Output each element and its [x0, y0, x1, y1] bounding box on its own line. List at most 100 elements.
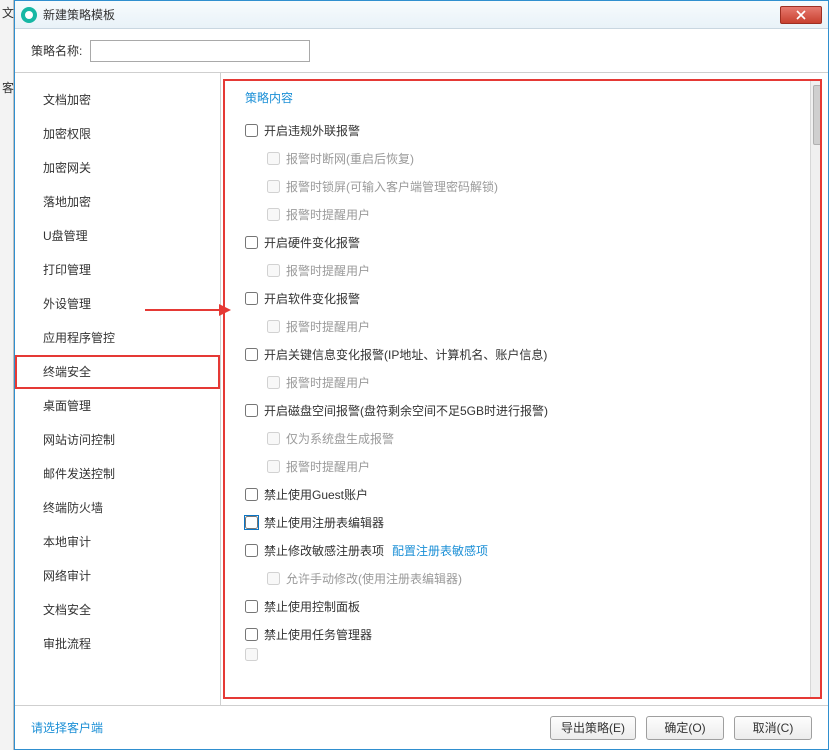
option-checkbox-2	[267, 180, 280, 193]
option-label-2: 报警时锁屏	[286, 178, 346, 195]
option-label-15: 禁止修改敏感注册表项	[264, 542, 384, 559]
option-checkbox-11	[267, 432, 280, 445]
option-checkbox-8[interactable]	[245, 348, 258, 361]
sidebar-item-2[interactable]: 加密网关	[15, 151, 220, 185]
ok-button[interactable]: 确定(O)	[646, 716, 724, 740]
sidebar-item-9[interactable]: 桌面管理	[15, 389, 220, 423]
sidebar-item-13[interactable]: 本地审计	[15, 525, 220, 559]
option-sub-2: (可输入客户端管理密码解锁)	[346, 178, 498, 195]
option-label-16: 允许手动修改	[286, 570, 358, 587]
edge-tab-1: 客	[0, 75, 13, 100]
option-label-9: 报警时提醒用户	[286, 374, 370, 391]
option-label-11: 仅为系统盘生成报警	[286, 430, 394, 447]
sidebar: 文档加密加密权限加密网关落地加密U盘管理打印管理外设管理应用程序管控终端安全桌面…	[15, 73, 221, 705]
option-checkbox-17[interactable]	[245, 600, 258, 613]
option-row-11: 仅为系统盘生成报警	[245, 424, 806, 452]
sidebar-item-8[interactable]: 终端安全	[15, 355, 220, 389]
option-row-1: 报警时断网(重启后恢复)	[245, 144, 806, 172]
dialog-window: 新建策略模板 策略名称: 文档加密加密权限加密网关落地加密U盘管理打印管理外设管…	[14, 0, 829, 750]
option-row-4: 开启硬件变化报警	[245, 228, 806, 256]
option-row-13: 禁止使用Guest账户	[245, 480, 806, 508]
cutoff-checkbox	[245, 648, 258, 661]
option-checkbox-5	[267, 264, 280, 277]
sidebar-item-0[interactable]: 文档加密	[15, 83, 220, 117]
option-row-3: 报警时提醒用户	[245, 200, 806, 228]
sidebar-item-16[interactable]: 审批流程	[15, 627, 220, 661]
option-row-12: 报警时提醒用户	[245, 452, 806, 480]
sidebar-item-14[interactable]: 网络审计	[15, 559, 220, 593]
edge-tab-0: 文	[0, 0, 13, 25]
titlebar: 新建策略模板	[15, 1, 828, 29]
option-label-6: 开启软件变化报警	[264, 290, 360, 307]
option-label-3: 报警时提醒用户	[286, 206, 370, 223]
footer-hint-link[interactable]: 请选择客户端	[31, 719, 103, 736]
close-icon	[795, 10, 807, 20]
option-sub-1: (重启后恢复)	[346, 150, 414, 167]
footer: 请选择客户端 导出策略(E) 确定(O) 取消(C)	[15, 705, 828, 749]
strategy-name-input[interactable]	[90, 40, 310, 62]
option-checkbox-15[interactable]	[245, 544, 258, 557]
app-icon	[21, 7, 37, 23]
section-title: 策略内容	[245, 89, 806, 106]
option-label-10: 开启磁盘空间报警(盘符剩余空间不足5GB时进行报警)	[264, 402, 548, 419]
option-label-17: 禁止使用控制面板	[264, 598, 360, 615]
sidebar-item-12[interactable]: 终端防火墙	[15, 491, 220, 525]
option-row-5: 报警时提醒用户	[245, 256, 806, 284]
option-checkbox-16	[267, 572, 280, 585]
option-checkbox-18[interactable]	[245, 628, 258, 641]
option-sub-16: (使用注册表编辑器)	[358, 570, 462, 587]
option-row-16: 允许手动修改(使用注册表编辑器)	[245, 564, 806, 592]
option-label-7: 报警时提醒用户	[286, 318, 370, 335]
sidebar-item-4[interactable]: U盘管理	[15, 219, 220, 253]
option-label-4: 开启硬件变化报警	[264, 234, 360, 251]
export-button[interactable]: 导出策略(E)	[550, 716, 636, 740]
sidebar-item-6[interactable]: 外设管理	[15, 287, 220, 321]
cutoff-row	[245, 648, 806, 666]
option-checkbox-3	[267, 208, 280, 221]
sidebar-item-7[interactable]: 应用程序管控	[15, 321, 220, 355]
option-checkbox-0[interactable]	[245, 124, 258, 137]
option-checkbox-13[interactable]	[245, 488, 258, 501]
option-label-0: 开启违规外联报警	[264, 122, 360, 139]
sidebar-item-5[interactable]: 打印管理	[15, 253, 220, 287]
content-scrollbar[interactable]	[810, 81, 822, 697]
option-label-8: 开启关键信息变化报警(IP地址、计算机名、账户信息)	[264, 346, 547, 363]
option-checkbox-1	[267, 152, 280, 165]
option-label-14: 禁止使用注册表编辑器	[264, 514, 384, 531]
option-link-15[interactable]: 配置注册表敏感项	[392, 542, 488, 559]
option-row-10: 开启磁盘空间报警(盘符剩余空间不足5GB时进行报警)	[245, 396, 806, 424]
option-row-17: 禁止使用控制面板	[245, 592, 806, 620]
cancel-button[interactable]: 取消(C)	[734, 716, 812, 740]
name-label: 策略名称:	[31, 42, 82, 59]
option-label-13: 禁止使用Guest账户	[264, 486, 368, 503]
scrollbar-thumb[interactable]	[813, 85, 822, 145]
option-label-12: 报警时提醒用户	[286, 458, 370, 475]
option-label-1: 报警时断网	[286, 150, 346, 167]
option-row-8: 开启关键信息变化报警(IP地址、计算机名、账户信息)	[245, 340, 806, 368]
sidebar-item-10[interactable]: 网站访问控制	[15, 423, 220, 457]
option-label-5: 报警时提醒用户	[286, 262, 370, 279]
sidebar-item-11[interactable]: 邮件发送控制	[15, 457, 220, 491]
close-button[interactable]	[780, 6, 822, 24]
option-row-2: 报警时锁屏(可输入客户端管理密码解锁)	[245, 172, 806, 200]
option-row-18: 禁止使用任务管理器	[245, 620, 806, 648]
sidebar-item-3[interactable]: 落地加密	[15, 185, 220, 219]
sidebar-item-15[interactable]: 文档安全	[15, 593, 220, 627]
option-row-15: 禁止修改敏感注册表项配置注册表敏感项	[245, 536, 806, 564]
content-panel: 策略内容 开启违规外联报警报警时断网(重启后恢复)报警时锁屏(可输入客户端管理密…	[223, 79, 822, 699]
option-checkbox-9	[267, 376, 280, 389]
option-row-6: 开启软件变化报警	[245, 284, 806, 312]
option-row-14: 禁止使用注册表编辑器	[245, 508, 806, 536]
option-checkbox-4[interactable]	[245, 236, 258, 249]
option-row-9: 报警时提醒用户	[245, 368, 806, 396]
option-checkbox-6[interactable]	[245, 292, 258, 305]
option-checkbox-12	[267, 460, 280, 473]
sidebar-item-1[interactable]: 加密权限	[15, 117, 220, 151]
option-checkbox-10[interactable]	[245, 404, 258, 417]
option-checkbox-14[interactable]	[245, 516, 258, 529]
option-row-0: 开启违规外联报警	[245, 116, 806, 144]
option-row-7: 报警时提醒用户	[245, 312, 806, 340]
option-checkbox-7	[267, 320, 280, 333]
name-row: 策略名称:	[15, 29, 828, 73]
option-label-18: 禁止使用任务管理器	[264, 626, 372, 643]
